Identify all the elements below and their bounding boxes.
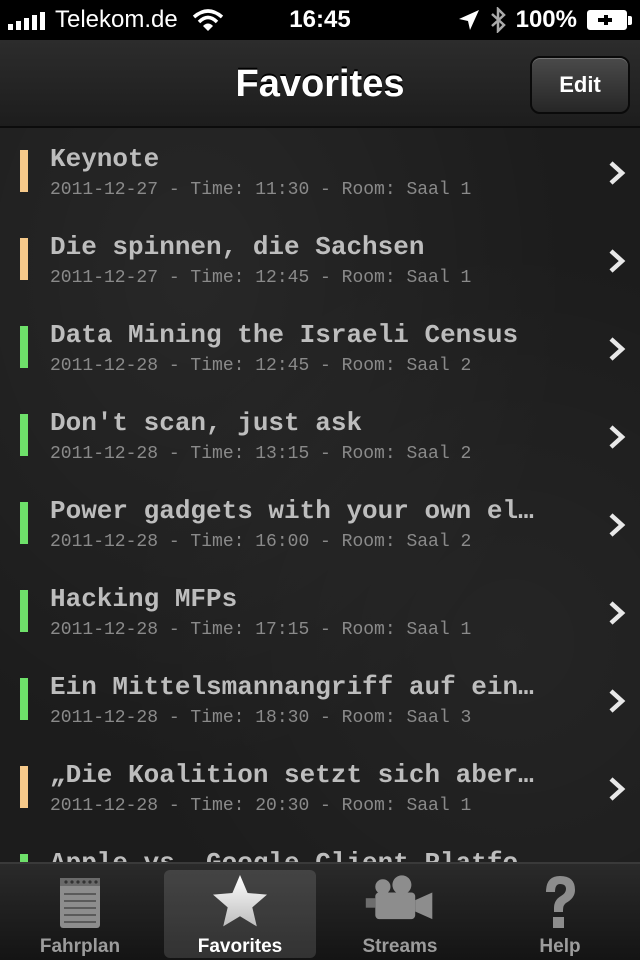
- track-color-indicator: [20, 326, 28, 368]
- tab-label: Streams: [362, 936, 438, 957]
- table-row[interactable]: Don't scan, just ask 2011-12-28 - Time: 1…: [0, 392, 640, 480]
- navigation-bar: Favorites Edit: [0, 40, 640, 128]
- bluetooth-icon: [490, 7, 506, 33]
- chevron-right-icon: [609, 689, 626, 713]
- tab-label: Help: [539, 936, 581, 957]
- status-bar: Telekom.de 16:45 100%: [0, 0, 640, 40]
- talk-title: „Die Koalition setzt sich aber…: [50, 760, 534, 790]
- table-row[interactable]: „Die Koalition setzt sich aber… 2011-12-2…: [0, 744, 640, 832]
- talk-title: Apple vs. Google Client Platfo…: [50, 848, 615, 862]
- table-row[interactable]: Apple vs. Google Client Platfo…: [0, 832, 640, 862]
- tab-fahrplan[interactable]: Fahrplan: [0, 864, 160, 960]
- chevron-right-icon: [609, 161, 626, 185]
- talk-schedule: 2011-12-27 - Time: 11:30 - Room: Saal 1: [50, 180, 472, 200]
- tab-help[interactable]: Help: [480, 864, 640, 960]
- track-color-indicator: [20, 150, 28, 192]
- notepad-icon: [60, 878, 100, 928]
- table-row[interactable]: Ein Mittelsmannangriff auf ein… 2011-12-2…: [0, 656, 640, 744]
- signal-strength-icon: [8, 10, 45, 30]
- chevron-right-icon: [609, 337, 626, 361]
- table-row[interactable]: Keynote 2011-12-27 - Time: 11:30 - Room: …: [0, 128, 640, 216]
- battery-icon: [587, 10, 632, 30]
- talk-title: Don't scan, just ask: [50, 408, 363, 438]
- table-row[interactable]: Data Mining the Israeli Census 2011-12-28…: [0, 304, 640, 392]
- talk-schedule: 2011-12-28 - Time: 12:45 - Room: Saal 2: [50, 356, 472, 376]
- talk-title: Power gadgets with your own el…: [50, 496, 534, 526]
- battery-percentage: 100%: [515, 6, 577, 33]
- location-arrow-icon: [458, 10, 479, 30]
- talk-title: Die spinnen, die Sachsen: [50, 232, 425, 262]
- track-color-indicator: [20, 238, 28, 280]
- chevron-right-icon: [609, 513, 626, 537]
- track-color-indicator: [20, 678, 28, 720]
- tab-label: Fahrplan: [39, 936, 121, 957]
- tab-streams[interactable]: Streams: [320, 864, 480, 960]
- table-row[interactable]: Die spinnen, die Sachsen 2011-12-27 - Tim…: [0, 216, 640, 304]
- table-row[interactable]: Hacking MFPs 2011-12-28 - Time: 17:15 - R…: [0, 568, 640, 656]
- chevron-right-icon: [609, 249, 626, 273]
- talk-title: Ein Mittelsmannangriff auf ein…: [50, 672, 534, 702]
- track-color-indicator: [20, 502, 28, 544]
- talk-title: Hacking MFPs: [50, 584, 238, 614]
- chevron-right-icon: [609, 777, 626, 801]
- talk-schedule: 2011-12-27 - Time: 12:45 - Room: Saal 1: [50, 268, 472, 288]
- talk-schedule: 2011-12-28 - Time: 20:30 - Room: Saal 1: [50, 796, 472, 816]
- video-camera-icon: [365, 875, 433, 920]
- tab-label: Favorites: [197, 936, 283, 957]
- star-icon: [213, 875, 267, 927]
- track-color-indicator: [20, 854, 28, 862]
- track-color-indicator: [20, 414, 28, 456]
- chevron-right-icon: [609, 425, 626, 449]
- tab-bar: Fahrplan Favorites Streams Help: [0, 862, 640, 960]
- talk-schedule: 2011-12-28 - Time: 16:00 - Room: Saal 2: [50, 532, 472, 552]
- talk-schedule: 2011-12-28 - Time: 17:15 - Room: Saal 1: [50, 620, 472, 640]
- question-mark-icon: [546, 876, 575, 928]
- track-color-indicator: [20, 766, 28, 808]
- edit-button[interactable]: Edit: [530, 56, 630, 114]
- track-color-indicator: [20, 590, 28, 632]
- favorites-list[interactable]: Keynote 2011-12-27 - Time: 11:30 - Room: …: [0, 128, 640, 862]
- talk-title: Data Mining the Israeli Census: [50, 320, 519, 350]
- talk-title: Keynote: [50, 144, 160, 174]
- wifi-icon: [192, 9, 223, 31]
- carrier-name: Telekom.de: [55, 6, 178, 33]
- talk-schedule: 2011-12-28 - Time: 13:15 - Room: Saal 2: [50, 444, 472, 464]
- chevron-right-icon: [609, 601, 626, 625]
- table-row[interactable]: Power gadgets with your own el… 2011-12-2…: [0, 480, 640, 568]
- tab-favorites[interactable]: Favorites: [160, 864, 320, 960]
- talk-schedule: 2011-12-28 - Time: 18:30 - Room: Saal 3: [50, 708, 472, 728]
